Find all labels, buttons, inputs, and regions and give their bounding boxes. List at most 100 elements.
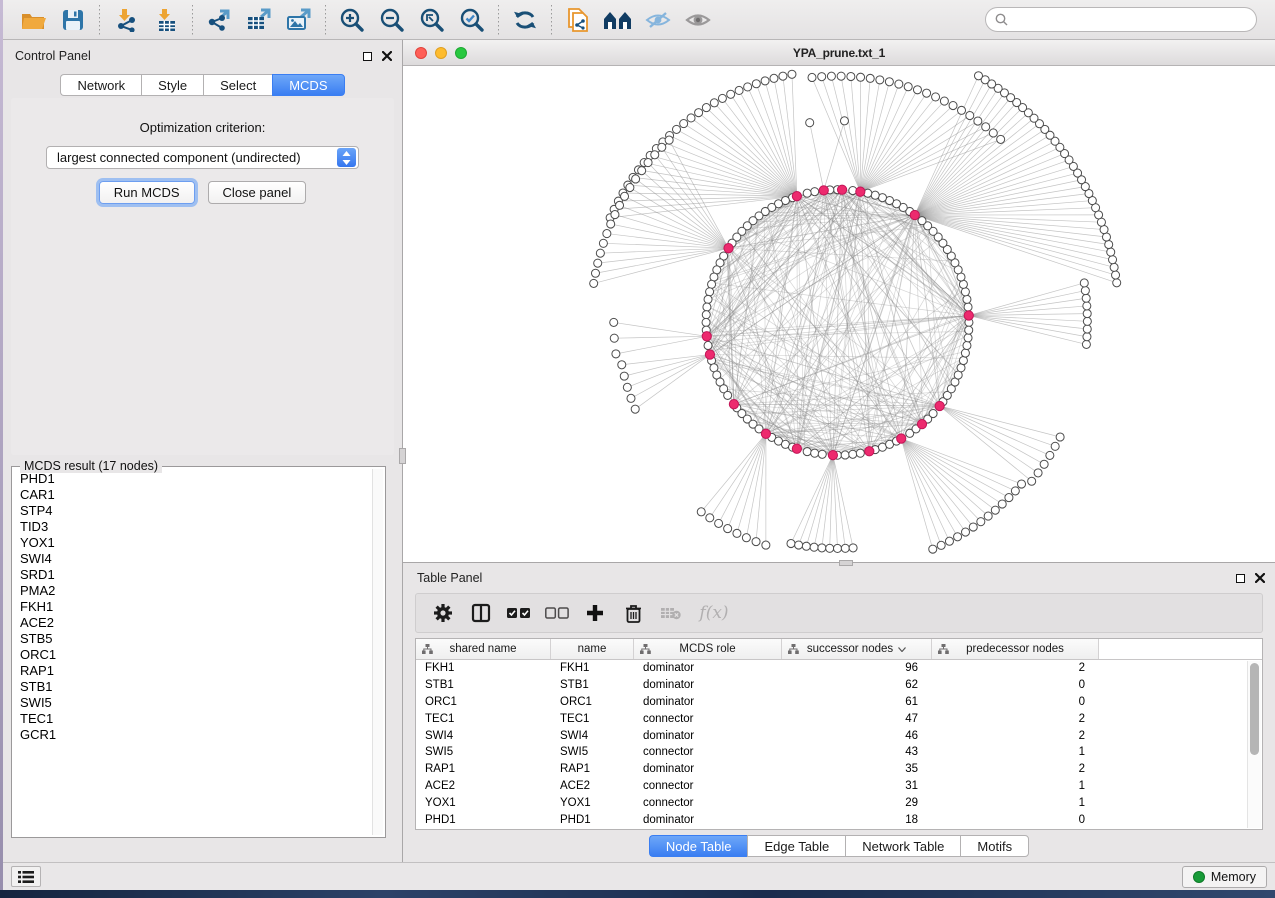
- table-row[interactable]: ORC1ORC1dominator610: [416, 694, 1262, 711]
- delete-table-button[interactable]: [654, 597, 688, 629]
- mcds-result-item[interactable]: ACE2: [16, 615, 371, 631]
- cell-predecessor-nodes[interactable]: 1: [932, 746, 1099, 758]
- cell-shared-name[interactable]: PHD1: [416, 814, 551, 826]
- window-zoom-light[interactable]: [455, 47, 467, 59]
- cell-predecessor-nodes[interactable]: 0: [932, 814, 1099, 826]
- network-canvas[interactable]: [403, 66, 1275, 568]
- mcds-result-item[interactable]: SRD1: [16, 567, 371, 583]
- column-header-successor-nodes[interactable]: successor nodes: [782, 639, 932, 659]
- show-column-panel-button[interactable]: [464, 597, 498, 629]
- mcds-result-item[interactable]: SWI4: [16, 551, 371, 567]
- cell-name[interactable]: ORC1: [551, 696, 634, 708]
- table-row[interactable]: PHD1PHD1dominator180: [416, 811, 1262, 828]
- cell-name[interactable]: ACE2: [551, 780, 634, 792]
- mcds-result-item[interactable]: RAP1: [16, 663, 371, 679]
- mcds-result-item[interactable]: CAR1: [16, 487, 371, 503]
- cell-name[interactable]: RAP1: [551, 763, 634, 775]
- window-close-light[interactable]: [415, 47, 427, 59]
- cell-name[interactable]: TEC1: [551, 713, 634, 725]
- close-panel-button[interactable]: Close panel: [208, 181, 307, 204]
- cell-MCDS-role[interactable]: connector: [634, 797, 782, 809]
- open-file-button[interactable]: [13, 3, 53, 37]
- cell-predecessor-nodes[interactable]: 0: [932, 696, 1099, 708]
- network-view-titlebar[interactable]: YPA_prune.txt_1: [403, 40, 1275, 66]
- table-scrollbar-thumb[interactable]: [1250, 663, 1259, 755]
- tab-mcds[interactable]: MCDS: [272, 74, 344, 96]
- cell-shared-name[interactable]: ACE2: [416, 780, 551, 792]
- cell-successor-nodes[interactable]: 35: [782, 763, 932, 775]
- select-all-columns-button[interactable]: [502, 597, 536, 629]
- import-table-button[interactable]: [146, 3, 186, 37]
- cell-shared-name[interactable]: ORC1: [416, 696, 551, 708]
- save-session-button[interactable]: [53, 3, 93, 37]
- float-table-panel-icon[interactable]: [1236, 574, 1245, 583]
- cell-predecessor-nodes[interactable]: 1: [932, 780, 1099, 792]
- search-input[interactable]: [1013, 13, 1247, 27]
- table-row[interactable]: YOX1YOX1connector291: [416, 794, 1262, 811]
- mcds-result-item[interactable]: YOX1: [16, 535, 371, 551]
- cell-successor-nodes[interactable]: 62: [782, 679, 932, 691]
- cell-MCDS-role[interactable]: dominator: [634, 763, 782, 775]
- cell-successor-nodes[interactable]: 96: [782, 662, 932, 674]
- zoom-selected-button[interactable]: [452, 3, 492, 37]
- cell-shared-name[interactable]: FKH1: [416, 662, 551, 674]
- cell-shared-name[interactable]: SWI5: [416, 746, 551, 758]
- cell-predecessor-nodes[interactable]: 2: [932, 730, 1099, 742]
- mcds-result-item[interactable]: ORC1: [16, 647, 371, 663]
- cell-successor-nodes[interactable]: 29: [782, 797, 932, 809]
- bottom-tab-motifs[interactable]: Motifs: [960, 835, 1029, 857]
- cell-successor-nodes[interactable]: 43: [782, 746, 932, 758]
- mcds-result-item[interactable]: STB1: [16, 679, 371, 695]
- mcds-result-item[interactable]: SWI5: [16, 695, 371, 711]
- column-header-shared-name[interactable]: shared name: [416, 639, 551, 659]
- show-all-button[interactable]: [678, 3, 718, 37]
- column-header-MCDS-role[interactable]: MCDS role: [634, 639, 782, 659]
- run-mcds-button[interactable]: Run MCDS: [99, 181, 195, 204]
- cell-name[interactable]: SWI5: [551, 746, 634, 758]
- cell-predecessor-nodes[interactable]: 1: [932, 797, 1099, 809]
- cell-shared-name[interactable]: STB1: [416, 679, 551, 691]
- cell-MCDS-role[interactable]: connector: [634, 746, 782, 758]
- mcds-result-item[interactable]: TEC1: [16, 711, 371, 727]
- mcds-result-list[interactable]: PHD1CAR1STP4TID3YOX1SWI4SRD1PMA2FKH1ACE2…: [16, 471, 371, 835]
- memory-button[interactable]: Memory: [1182, 866, 1267, 888]
- tab-style[interactable]: Style: [141, 74, 203, 96]
- mcds-result-item[interactable]: GCR1: [16, 727, 371, 743]
- cell-MCDS-role[interactable]: dominator: [634, 662, 782, 674]
- cell-successor-nodes[interactable]: 31: [782, 780, 932, 792]
- deselect-all-columns-button[interactable]: [540, 597, 574, 629]
- table-row[interactable]: TEC1TEC1connector472: [416, 710, 1262, 727]
- cell-successor-nodes[interactable]: 46: [782, 730, 932, 742]
- cell-MCDS-role[interactable]: dominator: [634, 814, 782, 826]
- cell-MCDS-role[interactable]: dominator: [634, 696, 782, 708]
- add-row-button[interactable]: [578, 597, 612, 629]
- mcds-result-item[interactable]: TID3: [16, 519, 371, 535]
- bottom-tab-network-table[interactable]: Network Table: [845, 835, 960, 857]
- duplicate-network-button[interactable]: [558, 3, 598, 37]
- tab-network[interactable]: Network: [60, 74, 141, 96]
- column-header-predecessor-nodes[interactable]: predecessor nodes: [932, 639, 1099, 659]
- mcds-list-scrollbar[interactable]: [372, 469, 383, 835]
- zoom-fit-button[interactable]: [412, 3, 452, 37]
- table-row[interactable]: ACE2ACE2connector311: [416, 778, 1262, 795]
- zoom-out-button[interactable]: [372, 3, 412, 37]
- cell-successor-nodes[interactable]: 61: [782, 696, 932, 708]
- cell-MCDS-role[interactable]: dominator: [634, 730, 782, 742]
- network-graph[interactable]: [403, 66, 1275, 568]
- cell-name[interactable]: FKH1: [551, 662, 634, 674]
- cell-name[interactable]: SWI4: [551, 730, 634, 742]
- function-builder-button[interactable]: f(x): [692, 597, 736, 629]
- mcds-result-item[interactable]: STB5: [16, 631, 371, 647]
- table-row[interactable]: SWI5SWI5connector431: [416, 744, 1262, 761]
- hide-selected-button[interactable]: [638, 3, 678, 37]
- cell-MCDS-role[interactable]: dominator: [634, 679, 782, 691]
- close-table-panel-icon[interactable]: [1255, 573, 1265, 583]
- mcds-result-item[interactable]: FKH1: [16, 599, 371, 615]
- search-box[interactable]: [985, 7, 1257, 32]
- cell-successor-nodes[interactable]: 47: [782, 713, 932, 725]
- cell-MCDS-role[interactable]: connector: [634, 780, 782, 792]
- export-table-button[interactable]: [239, 3, 279, 37]
- horizontal-splitter-grip[interactable]: [839, 560, 853, 566]
- table-row[interactable]: FKH1FKH1dominator962: [416, 660, 1262, 677]
- table-row[interactable]: SWI4SWI4dominator462: [416, 727, 1262, 744]
